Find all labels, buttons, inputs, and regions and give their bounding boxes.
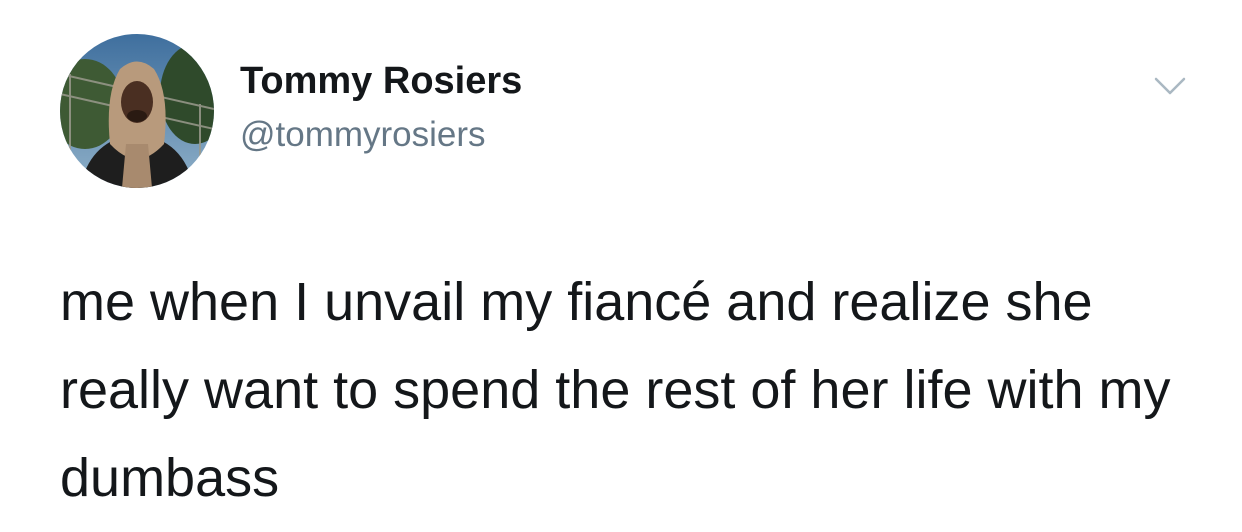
avatar-photo	[60, 34, 214, 188]
avatar[interactable]	[60, 34, 214, 188]
tweet-text: me when I unvail my fiancé and realize s…	[60, 272, 1171, 508]
author-handle[interactable]: @tommyrosiers	[240, 115, 486, 155]
chevron-down-icon[interactable]	[1150, 70, 1190, 100]
tweet-card: Tommy Rosiers @tommyrosiers me when I un…	[0, 0, 1242, 532]
author-display-name[interactable]: Tommy Rosiers	[240, 60, 522, 103]
